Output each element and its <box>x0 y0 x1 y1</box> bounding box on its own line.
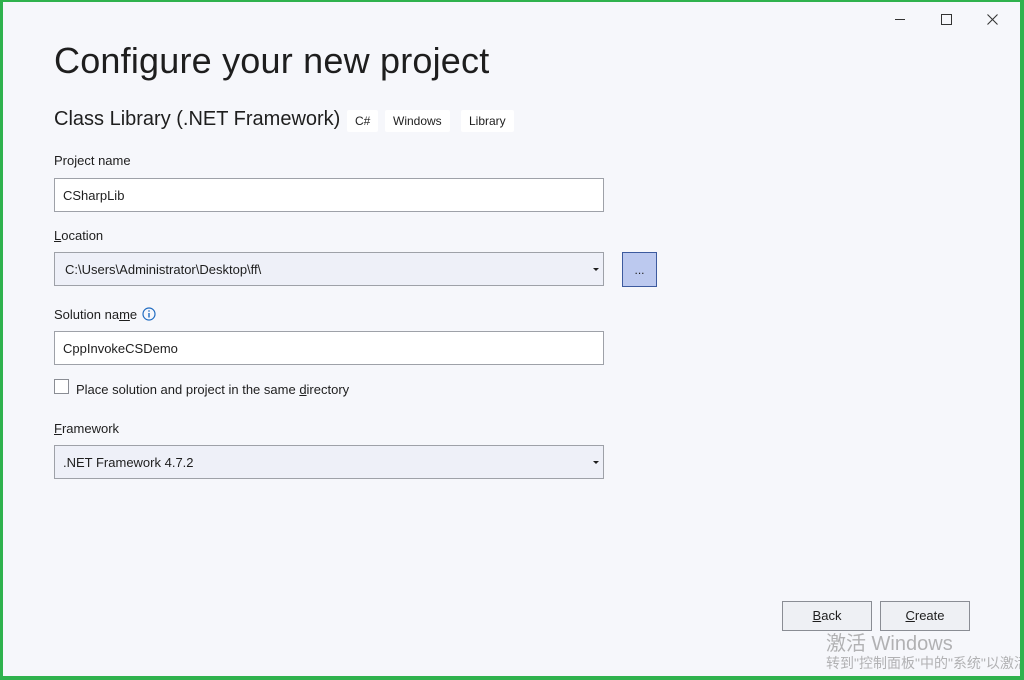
location-combobox[interactable]: C:\Users\Administrator\Desktop\ff\ <box>54 252 604 286</box>
close-icon <box>986 13 998 25</box>
project-name-value: CSharpLib <box>63 187 125 203</box>
framework-label: Framework <box>54 421 120 436</box>
tag-windows: Windows <box>385 110 450 132</box>
activation-watermark-text: 转到"控制面板"中的"系统"以激活 Windows。 <box>826 655 1020 671</box>
project-name-label: Project name <box>54 153 131 168</box>
maximize-icon <box>940 13 952 25</box>
same-directory-label: Place solution and project in the same d… <box>76 382 350 397</box>
chevron-down-icon[interactable] <box>593 268 599 271</box>
info-icon[interactable] <box>142 307 156 321</box>
chevron-down-icon[interactable] <box>593 461 599 464</box>
minimize-button[interactable] <box>877 5 923 33</box>
tag-library: Library <box>461 110 514 132</box>
activation-watermark-title: 激活 Windows <box>826 633 953 655</box>
browse-label: ... <box>634 263 645 277</box>
framework-value: .NET Framework 4.7.2 <box>63 454 194 470</box>
dialog-window: Configure your new project Class Library… <box>3 2 1020 676</box>
location-value: C:\Users\Administrator\Desktop\ff\ <box>65 261 262 277</box>
framework-combobox[interactable]: .NET Framework 4.7.2 <box>54 445 604 479</box>
page-title: Configure your new project <box>54 40 490 81</box>
solution-name-value: CppInvokeCSDemo <box>63 340 178 356</box>
location-label: Location <box>54 228 104 243</box>
close-button[interactable] <box>969 5 1015 33</box>
template-name: Class Library (.NET Framework) <box>54 108 341 130</box>
tag-csharp: C# <box>347 110 379 132</box>
project-name-input[interactable]: CSharpLib <box>54 178 604 212</box>
solution-name-label: Solution name <box>54 307 138 322</box>
location-label-rest: ocation <box>61 228 104 243</box>
minimize-icon <box>895 18 905 20</box>
same-directory-checkbox[interactable] <box>54 379 69 394</box>
maximize-button[interactable] <box>923 5 969 33</box>
browse-button[interactable]: ... <box>622 252 657 287</box>
solution-name-input[interactable]: CppInvokeCSDemo <box>54 331 604 365</box>
